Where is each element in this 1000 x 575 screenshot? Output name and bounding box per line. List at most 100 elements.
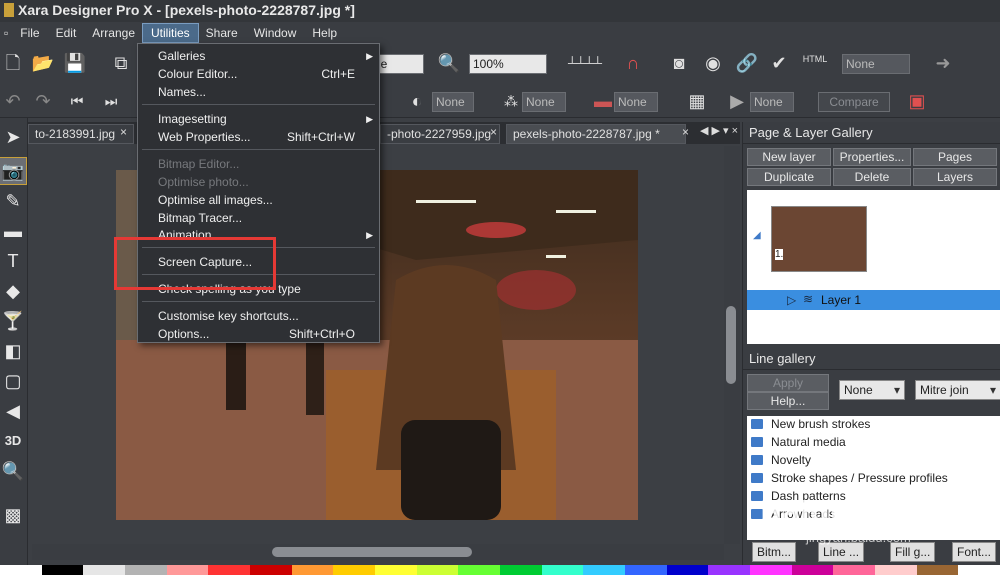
menu-item-customise-keys[interactable]: Customise key shortcuts...: [138, 307, 379, 325]
selector-tool-icon[interactable]: ➤: [0, 124, 26, 150]
menu-item-galleries[interactable]: Galleries ▶: [138, 47, 379, 65]
colour-dots-icon[interactable]: ⁂: [498, 88, 524, 114]
transparency-tool-icon[interactable]: 🍸: [0, 308, 26, 334]
bevel-tool-icon[interactable]: ◀: [0, 398, 26, 424]
properties-button[interactable]: Properties...: [833, 148, 911, 166]
menu-utilities[interactable]: Utilities: [142, 23, 199, 43]
text-tool-icon[interactable]: T: [0, 248, 26, 274]
menu-file[interactable]: File: [12, 24, 47, 42]
close-icon[interactable]: ×: [120, 125, 127, 139]
arrow-right-icon[interactable]: ➜: [930, 50, 956, 76]
ruler-icon[interactable]: ┴┴┴┴: [562, 50, 608, 76]
menu-help[interactable]: Help: [304, 24, 345, 42]
colour-none-field[interactable]: None: [522, 92, 566, 112]
menu-item-options[interactable]: Options... Shift+Ctrl+O: [138, 325, 379, 343]
import-icon[interactable]: ⧉: [108, 50, 134, 76]
list-item[interactable]: Novelty: [751, 452, 811, 469]
join-style-select[interactable]: Mitre join: [915, 380, 1000, 400]
undo-icon[interactable]: ↶: [0, 88, 26, 114]
expand-icon[interactable]: ▷: [787, 293, 796, 307]
list-item[interactable]: New brush strokes: [751, 416, 870, 433]
layers-button[interactable]: Layers: [913, 168, 997, 186]
menu-arrange[interactable]: Arrange: [84, 24, 143, 42]
delete-button[interactable]: Delete: [833, 168, 911, 186]
menu-item-web-properties[interactable]: Web Properties... Shift+Ctrl+W: [138, 128, 379, 146]
new-layer-button[interactable]: New layer: [747, 148, 831, 166]
menu-item-colour-editor[interactable]: Colour Editor... Ctrl+E: [138, 65, 379, 83]
compare-button[interactable]: Compare: [818, 92, 890, 112]
open-folder-icon[interactable]: 📂: [30, 50, 56, 76]
play-none-field[interactable]: None: [750, 92, 794, 112]
list-item[interactable]: Natural media: [751, 434, 846, 451]
preview-icon[interactable]: ◙: [666, 50, 692, 76]
tab-font-gallery[interactable]: Font...: [952, 542, 997, 562]
baidu-watermark: Baidu 经验: [760, 495, 916, 528]
contrast-icon[interactable]: ◐: [404, 88, 430, 114]
menu-edit[interactable]: Edit: [48, 24, 85, 42]
menu-item-optimise-all[interactable]: Optimise all images...: [138, 191, 379, 209]
tab-doc-2228787[interactable]: pexels-photo-2228787.jpg *: [506, 124, 686, 144]
menu-item-imagesetting[interactable]: Imagesetting ▶: [138, 110, 379, 128]
first-page-icon[interactable]: ⏮: [64, 88, 90, 114]
chart-icon[interactable]: ▣: [904, 88, 930, 114]
menu-separator: [142, 104, 375, 105]
zoom-tool-icon[interactable]: 🔍: [436, 50, 462, 76]
transparency-none-field[interactable]: None: [432, 92, 474, 112]
extrude-3d-icon[interactable]: 3D: [0, 428, 26, 454]
tab-bitmap-gallery[interactable]: Bitm...: [752, 542, 797, 562]
menu-share[interactable]: Share: [198, 24, 246, 42]
zoom-field[interactable]: 100%: [469, 54, 547, 74]
last-page-icon[interactable]: ⏭: [98, 88, 124, 114]
shadow-tool-icon[interactable]: ◧: [0, 338, 26, 364]
tab-doc-2227959[interactable]: -photo-2227959.jpg: [380, 124, 500, 144]
app-menu-icon[interactable]: ▫: [0, 24, 12, 42]
vertical-scrollbar[interactable]: [724, 146, 740, 544]
layer-row-selected[interactable]: ▷ ≋ Layer 1: [747, 290, 1000, 310]
zoom-tool-icon[interactable]: 🔍: [0, 458, 26, 484]
vertical-scroll-thumb[interactable]: [726, 306, 736, 384]
shape-editor-icon[interactable]: ✎: [0, 188, 26, 214]
new-document-icon[interactable]: 🗋: [0, 50, 26, 76]
html-export-icon[interactable]: HTML: [800, 46, 830, 72]
menu-item-bitmap-tracer[interactable]: Bitmap Tracer...: [138, 209, 379, 227]
pages-button[interactable]: Pages: [913, 148, 997, 166]
folder-icon: [751, 437, 763, 447]
redo-icon[interactable]: ↷: [30, 88, 56, 114]
tab-fill-gallery[interactable]: Fill g...: [890, 542, 936, 562]
cap-style-select[interactable]: None: [839, 380, 905, 400]
help-button[interactable]: Help...: [747, 392, 829, 410]
web-preview-icon[interactable]: ◉: [700, 50, 726, 76]
duplicate-button[interactable]: Duplicate: [747, 168, 831, 186]
flag-none-field[interactable]: None: [614, 92, 658, 112]
menu-window[interactable]: Window: [246, 24, 305, 42]
histogram-icon[interactable]: ▦: [684, 88, 710, 114]
page-thumbnail[interactable]: 1.: [771, 206, 867, 272]
contour-tool-icon[interactable]: ▢: [0, 368, 26, 394]
menu-item-names[interactable]: Names...: [138, 83, 379, 101]
close-icon[interactable]: ×: [682, 125, 689, 139]
live-effects-icon[interactable]: ▩: [0, 502, 26, 528]
baidu-watermark-url: jingyan.baidu.com: [806, 530, 911, 545]
colour-palette[interactable]: [0, 565, 1000, 575]
tab-doc-2183991[interactable]: to-2183991.jpg: [28, 124, 134, 144]
photo-tool-icon[interactable]: 📷: [0, 157, 27, 185]
check-icon[interactable]: ✔: [766, 50, 792, 76]
horizontal-scroll-thumb[interactable]: [272, 547, 472, 557]
link-icon[interactable]: 🔗: [734, 50, 760, 76]
list-item[interactable]: Stroke shapes / Pressure profiles: [751, 470, 948, 487]
fill-tool-icon[interactable]: ◆: [0, 278, 26, 304]
tab-scroll-arrows-icon[interactable]: ◀ ▶ ▾ ×: [700, 124, 738, 137]
style-none-field[interactable]: None: [842, 54, 910, 74]
apply-button[interactable]: Apply: [747, 374, 829, 392]
expand-arrow-icon[interactable]: ◢: [753, 230, 761, 241]
close-icon[interactable]: ×: [490, 125, 497, 139]
play-icon[interactable]: ▶: [724, 88, 750, 114]
tab-line-gallery[interactable]: Line ...: [818, 542, 865, 562]
magnet-snap-icon[interactable]: ∩: [620, 50, 646, 76]
save-icon[interactable]: 💾: [62, 50, 88, 76]
menu-separator: [142, 301, 375, 302]
horizontal-scrollbar[interactable]: [32, 544, 724, 560]
rectangle-tool-icon[interactable]: ▬: [0, 218, 26, 244]
flag-icon[interactable]: ▬: [590, 88, 616, 114]
utilities-menu: Galleries ▶ Colour Editor... Ctrl+E Names.…: [137, 43, 380, 343]
